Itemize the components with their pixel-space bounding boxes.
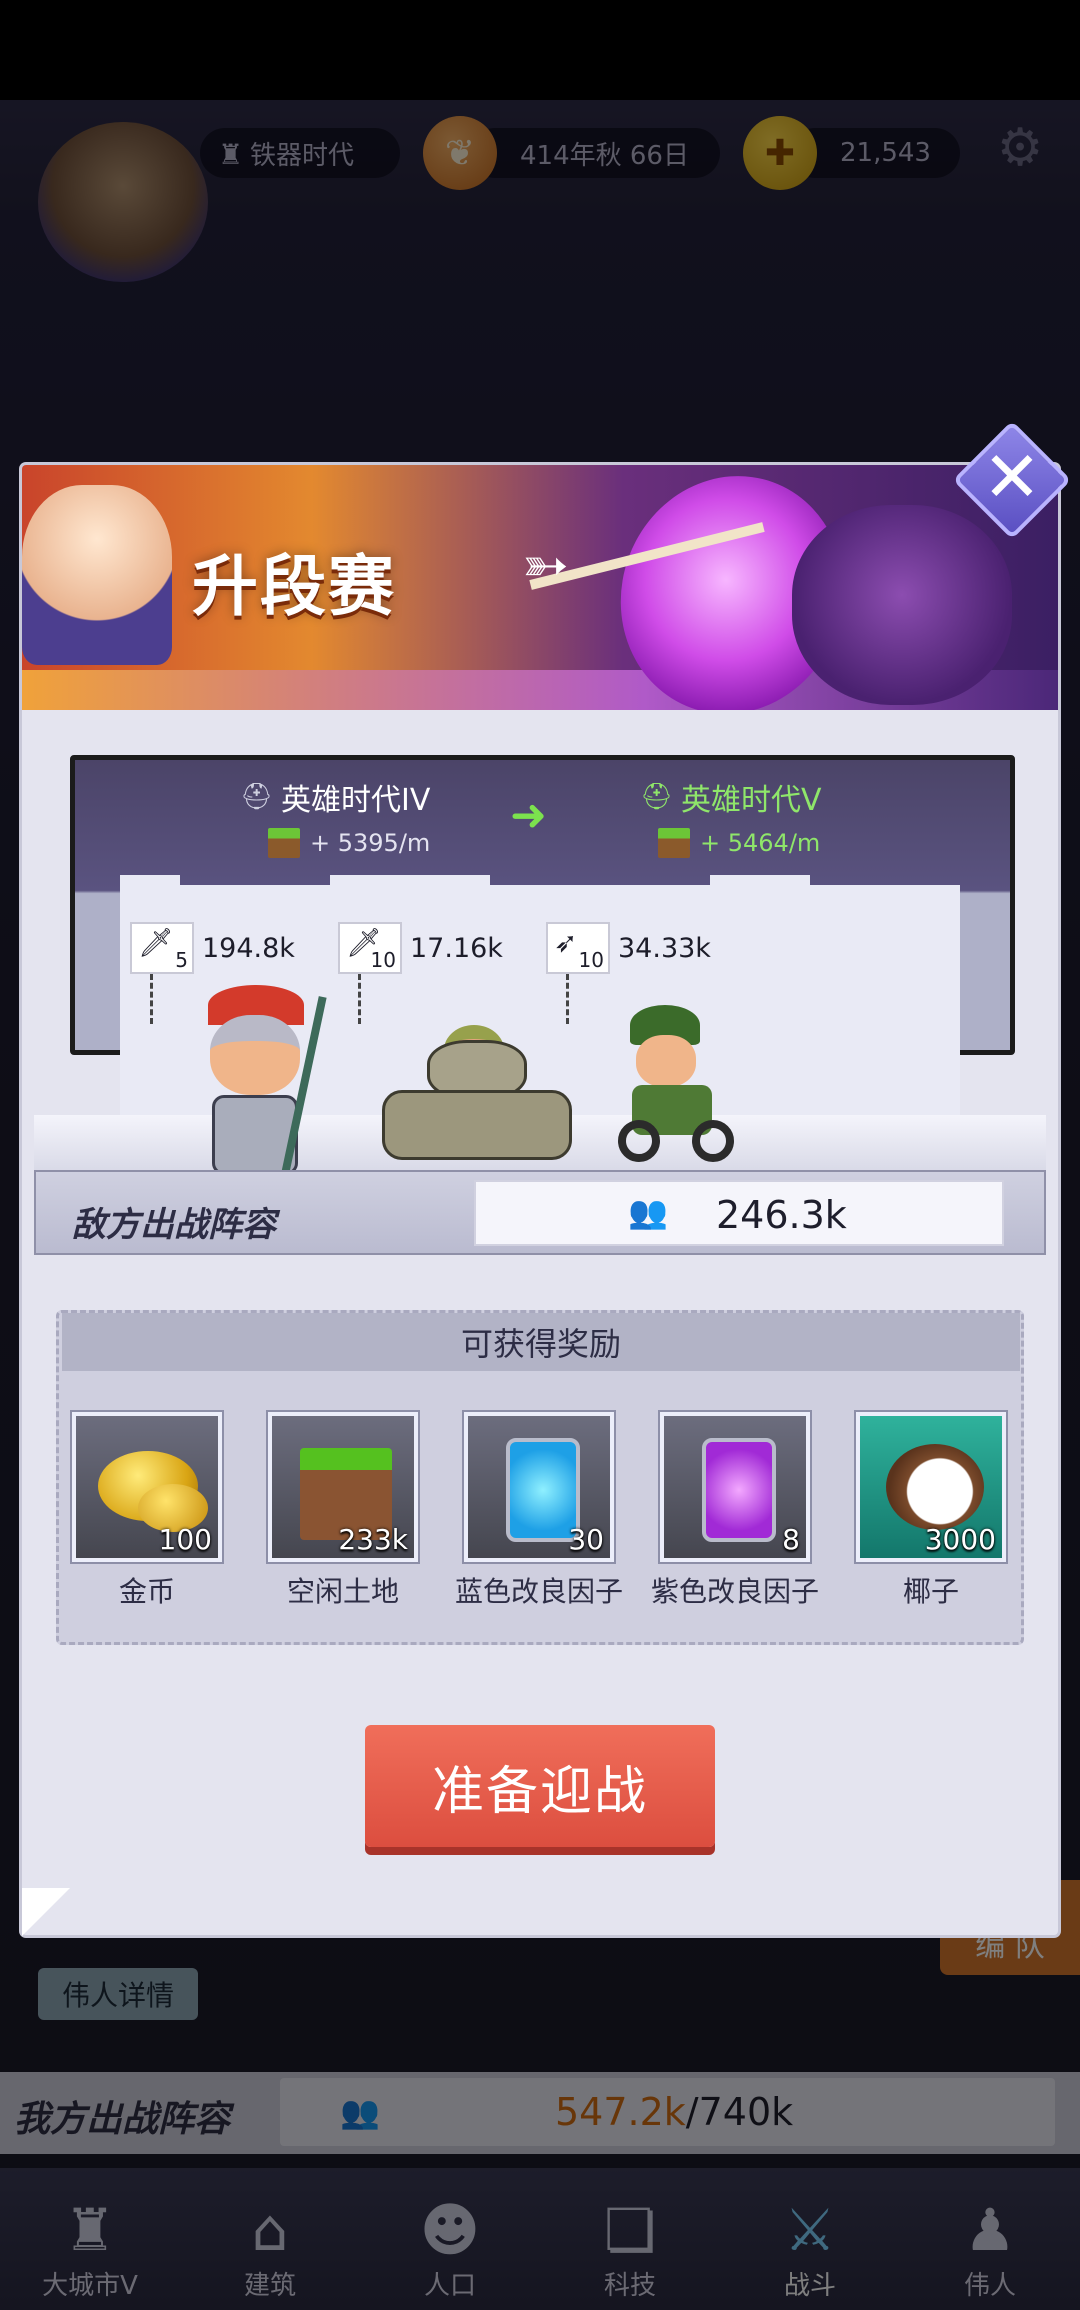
rank-from: ⛑ 英雄时代IV — [240, 775, 430, 819]
motorcycle-wheel — [692, 1120, 734, 1162]
reward-name: 紫色改良因子 — [650, 1575, 819, 1608]
reward-qty: 8 — [782, 1523, 800, 1556]
income-to-value: + 5464/m — [700, 829, 821, 857]
enemy-knight-sprite — [190, 985, 327, 1185]
enemy-unit-tag: ➶ 10 34.33k — [546, 922, 711, 1024]
helmet-icon: ⛑ — [240, 782, 274, 812]
modal-banner: ➳ 升段赛 — [22, 465, 1058, 710]
unit-flag: ➶ 10 — [546, 922, 610, 974]
income-to: + 5464/m — [658, 828, 820, 858]
reward-item[interactable]: 100 金币 — [72, 1412, 222, 1610]
unit-flag: 🗡 5 — [130, 922, 194, 974]
reward-name: 蓝色改良因子 — [454, 1575, 623, 1608]
reward-tile: 233k — [268, 1412, 418, 1562]
reward-item[interactable]: 233k 空闲土地 — [268, 1412, 418, 1610]
arrow-icon: ➳ — [522, 533, 569, 598]
ready-button-label: 准备迎战 — [431, 1761, 648, 1822]
reward-qty: 233k — [338, 1523, 408, 1556]
motorcycle-wheel — [618, 1120, 660, 1162]
banner-hero-art — [22, 485, 172, 665]
unit-power: 194.8k — [202, 932, 295, 964]
enemy-motorcycle-sprite — [612, 1005, 742, 1165]
reward-qty: 100 — [158, 1523, 212, 1556]
land-icon — [268, 828, 300, 858]
wall-crenel — [330, 875, 490, 905]
reward-qty: 3000 — [924, 1523, 996, 1556]
enemy-unit-tag: 🗡 10 17.16k — [338, 922, 503, 1024]
reward-name: 空闲土地 — [286, 1575, 399, 1608]
purple-jar-icon — [702, 1438, 776, 1542]
reward-tile: 8 — [660, 1412, 810, 1562]
rank-to-label: 英雄时代V — [681, 783, 822, 818]
coconut-icon — [886, 1444, 984, 1530]
crossbow-icon: ➶ — [554, 926, 578, 959]
income-from: + 5395/m — [268, 828, 430, 858]
reward-item[interactable]: 30 蓝色改良因子 — [455, 1412, 623, 1610]
unit-flag: 🗡 10 — [338, 922, 402, 974]
rank-to: ⛑ 英雄时代V — [640, 775, 822, 819]
rider-face — [636, 1035, 696, 1087]
unit-power: 34.33k — [618, 932, 711, 964]
team-icon: 👥 — [628, 1193, 668, 1231]
reward-item[interactable]: 8 紫色改良因子 — [651, 1412, 819, 1610]
sword-icon: 🗡 — [138, 926, 174, 959]
unit-count: 10 — [578, 948, 604, 972]
wall-crenel — [120, 875, 180, 905]
rewards-header: 可获得奖励 — [62, 1313, 1020, 1371]
unit-count: 5 — [175, 948, 188, 972]
enemy-power: 246.3k — [716, 1193, 847, 1237]
arrow-right-icon: ➜ — [510, 790, 547, 841]
modal-title: 升段赛 — [192, 548, 396, 625]
unit-power: 17.16k — [410, 932, 503, 964]
rewards-title: 可获得奖励 — [460, 1325, 621, 1363]
enemy-tank-sprite — [382, 1005, 572, 1175]
reward-qty: 30 — [568, 1523, 604, 1556]
modal-corner-decoration — [22, 1888, 70, 1936]
flag-pole — [358, 974, 361, 1024]
enemy-unit-tag: 🗡 5 194.8k — [130, 922, 295, 1024]
ready-for-battle-button[interactable]: 准备迎战 — [365, 1725, 715, 1847]
reward-tile: 100 — [72, 1412, 222, 1562]
helmet-icon: ⛑ — [640, 782, 674, 812]
land-icon — [658, 828, 690, 858]
knight-head — [210, 1015, 300, 1095]
reward-tile: 30 — [464, 1412, 614, 1562]
income-from-value: + 5395/m — [310, 829, 431, 857]
flag-pole — [150, 974, 153, 1024]
reward-item[interactable]: 3000 椰子 — [856, 1412, 1006, 1610]
reward-name: 金币 — [118, 1575, 175, 1608]
reward-tile: 3000 — [856, 1412, 1006, 1562]
reward-name: 椰子 — [902, 1575, 959, 1608]
close-icon: ✕ — [982, 436, 1042, 518]
close-button[interactable]: ✕ — [952, 420, 1072, 540]
wall-crenel — [710, 875, 810, 905]
unit-count: 10 — [370, 948, 396, 972]
status-bar — [0, 0, 1080, 100]
rank-from-label: 英雄时代IV — [281, 783, 431, 818]
enemy-lineup-title: 敌方出战阵容 — [72, 1205, 276, 1245]
tank-hull — [382, 1090, 572, 1160]
